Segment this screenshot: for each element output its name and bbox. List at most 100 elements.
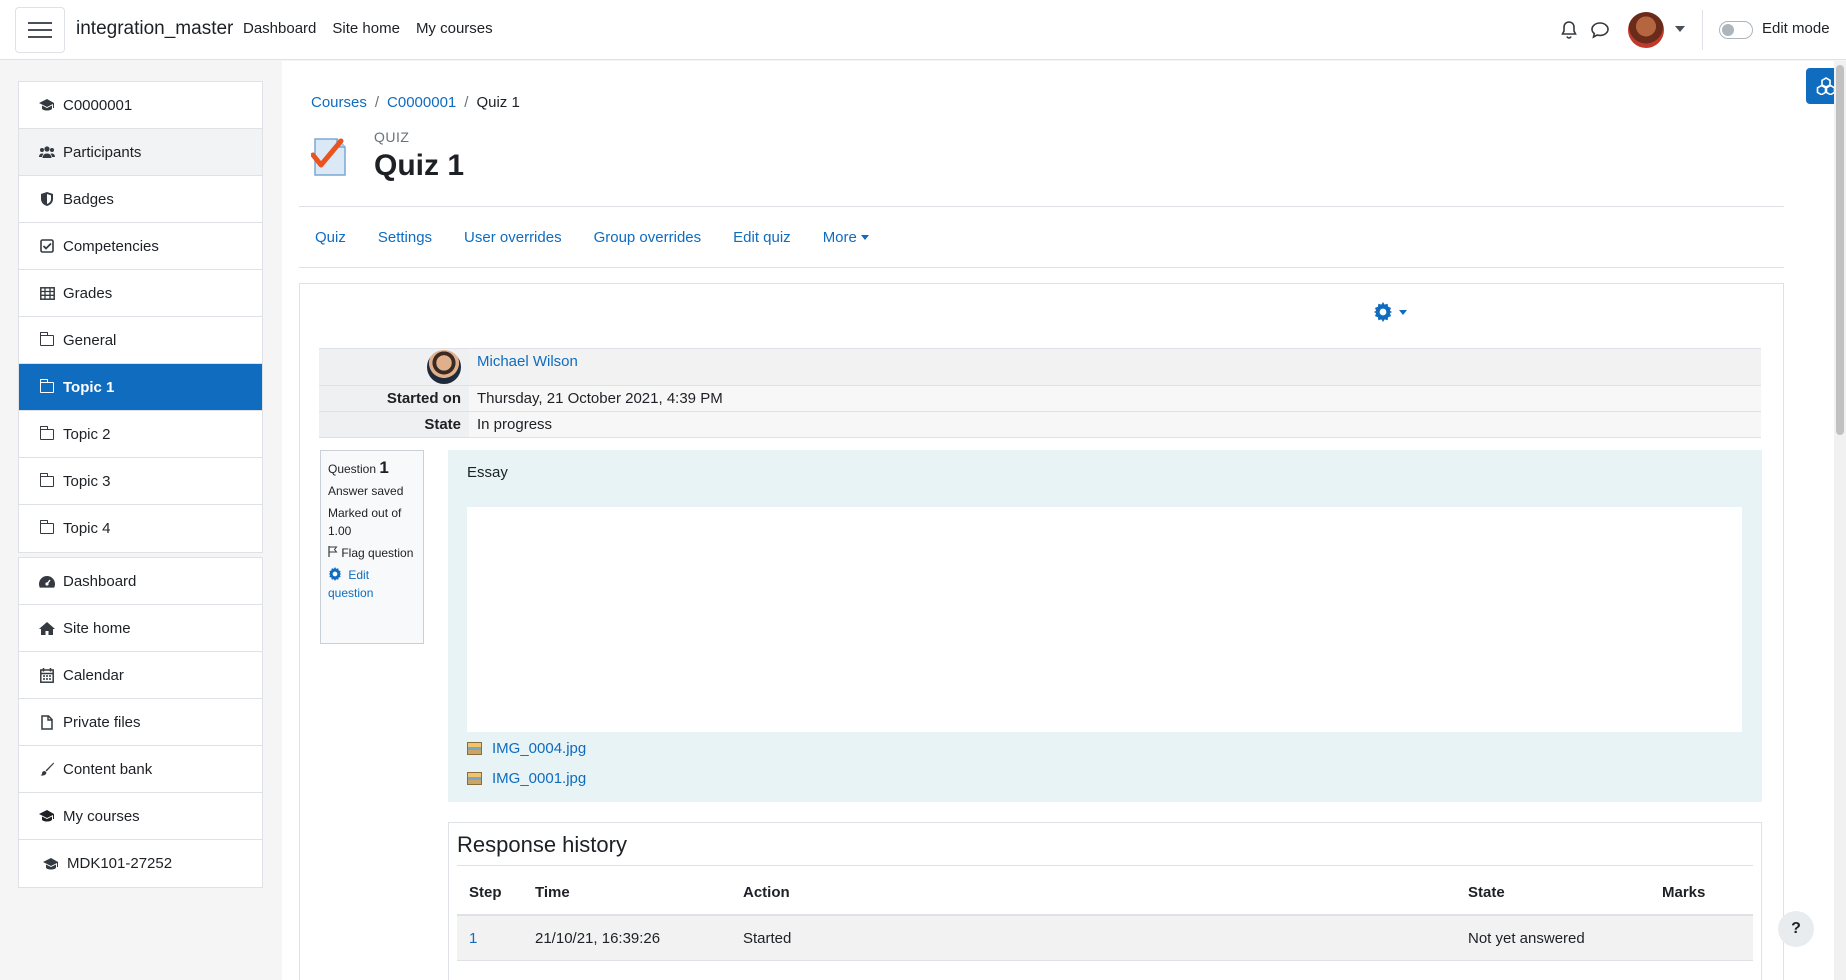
nav-item-label: Site home (63, 619, 131, 637)
attachment-item[interactable]: IMG_0004.jpg (467, 740, 586, 757)
hamburger-icon-line (28, 29, 52, 31)
course-nav-item-topic-1[interactable]: Topic 1 (19, 364, 262, 411)
edit-mode-toggle[interactable] (1719, 21, 1753, 39)
user-name-link[interactable]: Michael Wilson (477, 353, 578, 370)
nav-item-label: Topic 1 (63, 378, 115, 396)
question-status: Answer saved (328, 484, 404, 498)
breadcrumb-course[interactable]: C0000001 (387, 94, 456, 111)
course-nav-item-topic-3[interactable]: Topic 3 (19, 458, 262, 505)
course-nav-item-course[interactable]: C0000001 (19, 82, 262, 129)
graduation-cap-icon (43, 856, 59, 872)
hamburger-icon-line (28, 22, 52, 24)
tab-settings[interactable]: Settings (378, 229, 432, 246)
flag-icon (328, 546, 338, 557)
nav-link-dashboard[interactable]: Dashboard (243, 20, 316, 37)
course-nav-item-competencies[interactable]: Competencies (19, 223, 262, 270)
user-menu-caret-icon[interactable] (1675, 26, 1685, 32)
messages-icon[interactable] (1590, 21, 1610, 39)
top-navbar: integration_master Dashboard Site home M… (0, 0, 1846, 60)
breadcrumb-separator: / (374, 94, 380, 111)
question-number: Question 1 (328, 459, 416, 478)
site-nav-item-site-home[interactable]: Site home (19, 605, 262, 652)
site-nav-item-private-files[interactable]: Private files (19, 699, 262, 746)
response-history-title: Response history (457, 832, 627, 857)
summary-label: State (319, 412, 469, 437)
chevron-down-icon (1399, 309, 1407, 315)
question-grade: Marked out of 1.00 (328, 506, 402, 538)
main-content: Courses / C0000001 / Quiz 1 QUIZ Quiz 1 … (282, 61, 1846, 980)
tab-group-overrides[interactable]: Group overrides (594, 229, 702, 246)
flag-question-label: Flag question (341, 546, 414, 560)
tab-more-label: More (822, 228, 857, 246)
scrollbar-thumb[interactable] (1836, 65, 1844, 435)
response-history-section: Response history Step Time Action State … (448, 822, 1762, 980)
nav-item-label: C0000001 (63, 96, 133, 114)
tab-more[interactable]: More (823, 229, 869, 246)
hamburger-menu-button[interactable] (15, 7, 65, 53)
folder-icon (39, 425, 55, 442)
summary-label: Started on (319, 386, 469, 411)
nav-item-label: Grades (63, 284, 113, 302)
navbar-divider (1702, 10, 1703, 50)
site-nav-item-dashboard[interactable]: Dashboard (19, 558, 262, 605)
site-nav-item-my-courses[interactable]: My courses (19, 793, 262, 840)
nav-item-label: General (63, 331, 117, 349)
notification-bell-icon[interactable] (1560, 20, 1578, 40)
question-number-value: 1 (379, 458, 389, 477)
attachment-link[interactable]: IMG_0001.jpg (492, 770, 586, 787)
attempt-summary-table: Michael Wilson Started on Thursday, 21 O… (319, 348, 1761, 438)
breadcrumb-courses[interactable]: Courses (311, 94, 367, 111)
shield-icon (39, 191, 55, 207)
breadcrumb-current: Quiz 1 (476, 94, 520, 111)
course-nav-item-topic-4[interactable]: Topic 4 (19, 505, 262, 552)
dashboard-icon (39, 573, 55, 589)
course-nav-item-grades[interactable]: Grades (19, 270, 262, 317)
tab-quiz[interactable]: Quiz (315, 229, 346, 246)
site-nav-item-course-mdk101[interactable]: MDK101-27252 (19, 840, 262, 887)
site-name[interactable]: integration_master (76, 18, 233, 40)
nav-item-label: Private files (63, 713, 141, 731)
tab-user-overrides[interactable]: User overrides (464, 229, 562, 246)
column-header-action: Action (743, 884, 790, 901)
summary-row-user: Michael Wilson (319, 348, 1761, 385)
course-nav-group: C0000001 Participants Badges Competencie… (18, 81, 263, 553)
nav-item-label: Topic 2 (63, 425, 111, 443)
graduation-cap-icon (39, 808, 55, 824)
course-nav-item-topic-2[interactable]: Topic 2 (19, 411, 262, 458)
user-avatar[interactable] (1628, 12, 1664, 48)
site-nav-item-content-bank[interactable]: Content bank (19, 746, 262, 793)
help-button[interactable]: ? (1778, 911, 1814, 947)
nav-link-site-home[interactable]: Site home (332, 20, 400, 37)
step-link[interactable]: 1 (469, 930, 477, 947)
breadcrumb: Courses / C0000001 / Quiz 1 (311, 94, 520, 111)
summary-value: Thursday, 21 October 2021, 4:39 PM (469, 386, 1761, 411)
file-icon (39, 714, 55, 730)
essay-answer-area[interactable] (467, 507, 1742, 732)
nav-item-label: Topic 4 (63, 520, 111, 537)
nav-item-label: Participants (63, 143, 142, 161)
course-nav-item-general[interactable]: General (19, 317, 262, 364)
primary-navigation: Dashboard Site home My courses (243, 20, 493, 37)
nav-item-label: Topic 3 (63, 472, 111, 490)
attachment-link[interactable]: IMG_0004.jpg (492, 740, 586, 757)
user-picture[interactable] (427, 350, 461, 384)
site-nav-item-calendar[interactable]: Calendar (19, 652, 262, 699)
course-nav-item-badges[interactable]: Badges (19, 176, 262, 223)
column-header-state: State (1468, 884, 1505, 901)
actions-menu-button[interactable] (1373, 302, 1407, 322)
gear-icon (1374, 302, 1392, 322)
nav-item-label: My courses (63, 807, 140, 825)
quiz-module-icon (311, 138, 346, 176)
secondary-navigation: Quiz Settings User overrides Group overr… (299, 206, 1784, 268)
course-nav-item-participants[interactable]: Participants (19, 129, 262, 176)
attachment-item[interactable]: IMG_0001.jpg (467, 770, 586, 787)
question-label: Question (328, 462, 377, 476)
tab-edit-quiz[interactable]: Edit quiz (733, 229, 791, 246)
page-scrollbar[interactable] (1834, 61, 1846, 980)
nav-link-my-courses[interactable]: My courses (416, 20, 493, 37)
site-nav-group: Dashboard Site home Calendar Private fil… (18, 557, 263, 888)
flag-question-button[interactable]: Flag question (328, 544, 416, 562)
edit-question-link[interactable]: Edit question (328, 566, 416, 602)
module-type-label: QUIZ (374, 129, 410, 145)
course-index-drawer: C0000001 Participants Badges Competencie… (0, 61, 282, 980)
